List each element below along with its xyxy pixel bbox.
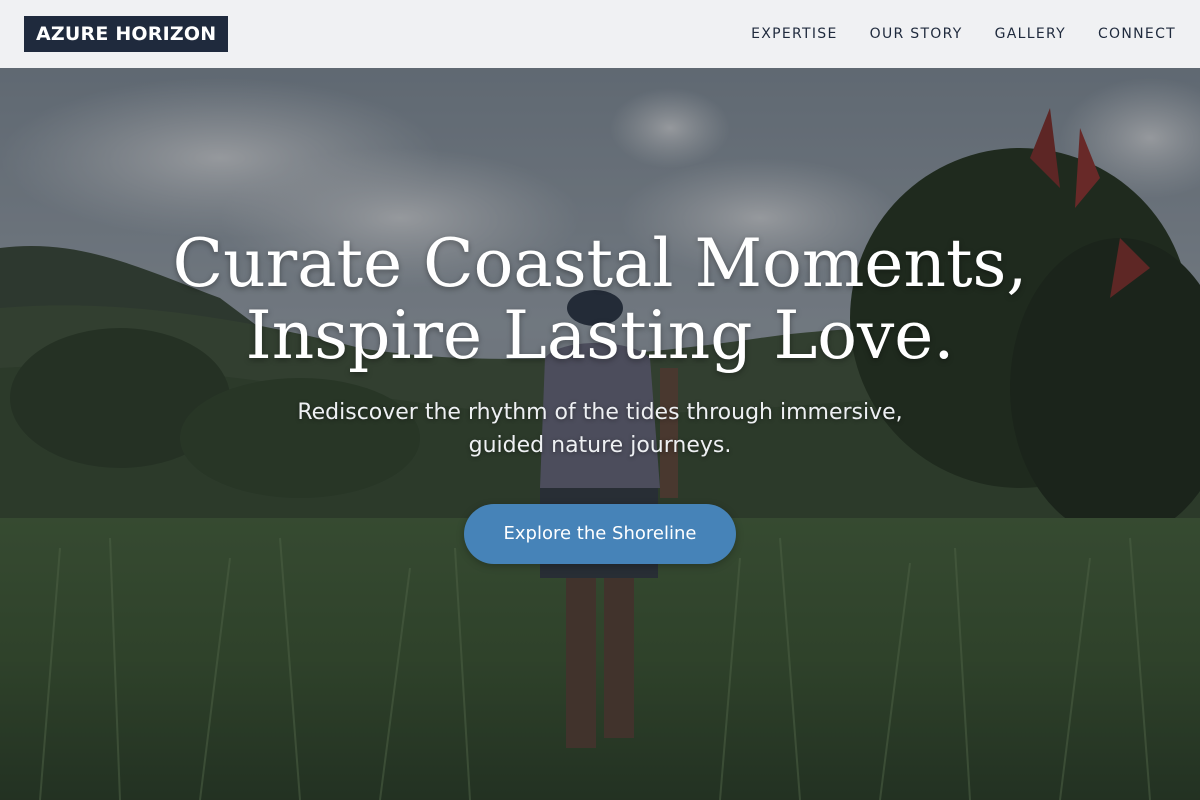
hero-headline: Curate Coastal Moments, Inspire Lasting … (0, 228, 1200, 372)
main-navigation: EXPERTISE OUR STORY GALLERY CONNECT (751, 0, 1176, 68)
nav-link-expertise[interactable]: EXPERTISE (751, 26, 838, 42)
hero-subtitle: Rediscover the rhythm of the tides throu… (250, 396, 950, 462)
nav-link-gallery[interactable]: GALLERY (995, 26, 1066, 42)
hero-headline-line-1: Curate Coastal Moments, (172, 225, 1028, 302)
hero-section: Curate Coastal Moments, Inspire Lasting … (0, 68, 1200, 800)
brand-logo[interactable]: AZURE HORIZON (24, 16, 229, 52)
nav-link-our-story[interactable]: OUR STORY (870, 26, 963, 42)
top-navbar: AZURE HORIZON EXPERTISE OUR STORY GALLER… (0, 0, 1200, 68)
nav-link-connect[interactable]: CONNECT (1098, 26, 1176, 42)
hero-subtitle-line-1: Rediscover the rhythm of the tides throu… (297, 400, 903, 425)
hero-headline-line-2: Inspire Lasting Love. (245, 297, 955, 374)
explore-shoreline-button[interactable]: Explore the Shoreline (464, 504, 736, 564)
hero-content: Curate Coastal Moments, Inspire Lasting … (0, 228, 1200, 564)
hero-subtitle-line-2: guided nature journeys. (468, 433, 732, 458)
